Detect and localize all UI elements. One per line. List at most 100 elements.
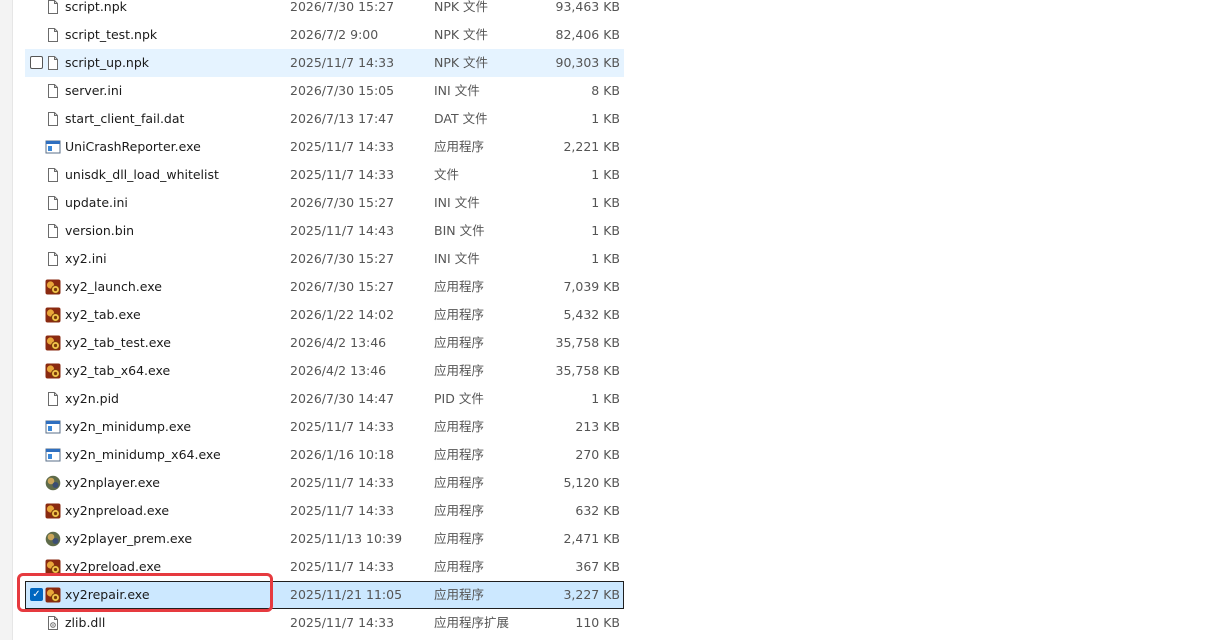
file-modified-date: 2025/11/7 14:33 xyxy=(290,139,395,154)
file-icon xyxy=(45,251,61,267)
file-row[interactable]: script_up.npk 2025/11/7 14:33 NPK 文件 90,303… xyxy=(25,49,624,77)
row-checkbox[interactable] xyxy=(30,56,43,69)
file-type: INI 文件 xyxy=(434,83,480,98)
file-type: 应用程序扩展 xyxy=(434,615,510,630)
file-type: BIN 文件 xyxy=(434,223,485,238)
file-modified-date: 2025/11/7 14:33 xyxy=(290,559,395,574)
file-size: 90,303 KB xyxy=(555,55,620,70)
file-type: 应用程序 xyxy=(434,503,485,518)
file-size: 2,471 KB xyxy=(563,531,620,546)
file-size: 82,406 KB xyxy=(555,27,620,42)
file-row[interactable]: xy2_launch.exe 2026/7/30 15:27 应用程序 7,039 K… xyxy=(25,273,624,301)
file-type: NPK 文件 xyxy=(434,55,489,70)
file-icon xyxy=(45,111,61,127)
file-type: 应用程序 xyxy=(434,307,485,322)
navigation-pane-edge xyxy=(0,0,13,640)
file-name: server.ini xyxy=(65,83,123,98)
file-modified-date: 2026/7/30 15:05 xyxy=(290,83,395,98)
file-modified-date: 2025/11/7 14:33 xyxy=(290,419,395,434)
file-row[interactable]: xy2_tab_test.exe 2026/4/2 13:46 应用程序 35,758… xyxy=(25,329,624,357)
file-icon xyxy=(45,83,61,99)
file-name: xy2npreload.exe xyxy=(65,503,170,518)
file-modified-date: 2025/11/7 14:33 xyxy=(290,615,395,630)
file-name: update.ini xyxy=(65,195,128,210)
game-icon xyxy=(45,335,61,351)
file-size: 213 KB xyxy=(575,419,620,434)
file-row[interactable]: xy2n_minidump_x64.exe 2026/1/16 10:18 应用程序… xyxy=(25,441,624,469)
file-type: NPK 文件 xyxy=(434,27,489,42)
file-modified-date: 2025/11/13 10:39 xyxy=(290,531,403,546)
file-row[interactable]: server.ini 2026/7/30 15:05 INI 文件 8 KB xyxy=(25,77,624,105)
file-size: 8 KB xyxy=(591,83,620,98)
file-name: xy2_launch.exe xyxy=(65,279,162,294)
app-window-icon xyxy=(45,139,61,155)
file-modified-date: 2026/7/30 15:27 xyxy=(290,0,395,14)
file-type: 应用程序 xyxy=(434,139,485,154)
file-icon xyxy=(45,195,61,211)
file-row[interactable]: zlib.dll 2025/11/7 14:33 应用程序扩展 110 KB xyxy=(25,609,624,637)
file-row[interactable]: script.npk 2026/7/30 15:27 NPK 文件 93,463 KB xyxy=(25,0,624,21)
file-modified-date: 2025/11/7 14:43 xyxy=(290,223,395,238)
file-modified-date: 2025/11/21 11:05 xyxy=(290,587,403,602)
file-row[interactable]: start_client_fail.dat 2026/7/13 17:47 DAT … xyxy=(25,105,624,133)
file-row[interactable]: version.bin 2025/11/7 14:43 BIN 文件 1 KB xyxy=(25,217,624,245)
file-type: INI 文件 xyxy=(434,195,480,210)
file-size: 93,463 KB xyxy=(555,0,620,14)
file-row[interactable]: xy2npreload.exe 2025/11/7 14:33 应用程序 632 KB xyxy=(25,497,624,525)
app-window-icon xyxy=(45,419,61,435)
file-icon xyxy=(45,223,61,239)
file-size: 270 KB xyxy=(575,447,620,462)
file-type: 应用程序 xyxy=(434,587,485,602)
file-size: 35,758 KB xyxy=(555,335,620,350)
file-modified-date: 2025/11/7 14:33 xyxy=(290,503,395,518)
dll-icon xyxy=(45,615,61,631)
file-name: xy2_tab_test.exe xyxy=(65,335,171,350)
file-type: NPK 文件 xyxy=(434,0,489,14)
file-type: 应用程序 xyxy=(434,559,485,574)
file-modified-date: 2026/7/13 17:47 xyxy=(290,111,395,126)
player-icon xyxy=(45,475,61,491)
file-name: xy2.ini xyxy=(65,251,107,266)
file-modified-date: 2026/1/22 14:02 xyxy=(290,307,395,322)
file-size: 1 KB xyxy=(591,251,620,266)
file-type: DAT 文件 xyxy=(434,111,488,126)
file-size: 35,758 KB xyxy=(555,363,620,378)
file-name: start_client_fail.dat xyxy=(65,111,185,126)
file-type: 应用程序 xyxy=(434,475,485,490)
file-row[interactable]: script_test.npk 2026/7/2 9:00 NPK 文件 82,406… xyxy=(25,21,624,49)
file-row[interactable]: unisdk_dll_load_whitelist 2025/11/7 14:33… xyxy=(25,161,624,189)
file-row[interactable]: xy2_tab.exe 2026/1/22 14:02 应用程序 5,432 KB xyxy=(25,301,624,329)
file-size: 632 KB xyxy=(575,503,620,518)
player-icon xyxy=(45,531,61,547)
file-icon xyxy=(45,167,61,183)
file-modified-date: 2025/11/7 14:33 xyxy=(290,55,395,70)
file-row[interactable]: update.ini 2026/7/30 15:27 INI 文件 1 KB xyxy=(25,189,624,217)
file-icon xyxy=(45,0,61,15)
file-name: xy2n.pid xyxy=(65,391,119,406)
file-row[interactable]: xy2player_prem.exe 2025/11/13 10:39 应用程序 2,… xyxy=(25,525,624,553)
file-type: 应用程序 xyxy=(434,447,485,462)
file-size: 110 KB xyxy=(575,615,620,630)
file-row[interactable]: xy2nplayer.exe 2025/11/7 14:33 应用程序 5,120 K… xyxy=(25,469,624,497)
file-row[interactable]: xy2n.pid 2026/7/30 14:47 PID 文件 1 KB xyxy=(25,385,624,413)
file-type: 应用程序 xyxy=(434,279,485,294)
file-modified-date: 2025/11/7 14:33 xyxy=(290,475,395,490)
file-type: 应用程序 xyxy=(434,419,485,434)
file-name: xy2player_prem.exe xyxy=(65,531,193,546)
file-row[interactable]: xy2n_minidump.exe 2025/11/7 14:33 应用程序 213 … xyxy=(25,413,624,441)
file-row[interactable]: xy2_tab_x64.exe 2026/4/2 13:46 应用程序 35,758 … xyxy=(25,357,624,385)
game-icon xyxy=(45,363,61,379)
file-modified-date: 2026/1/16 10:18 xyxy=(290,447,395,462)
file-row[interactable]: UniCrashReporter.exe 2025/11/7 14:33 应用程序 2… xyxy=(25,133,624,161)
file-list: script.npk 2026/7/30 15:27 NPK 文件 93,463 KB… xyxy=(25,0,624,637)
file-modified-date: 2026/4/2 13:46 xyxy=(290,335,387,350)
file-size: 7,039 KB xyxy=(563,279,620,294)
file-name: UniCrashReporter.exe xyxy=(65,139,201,154)
file-modified-date: 2026/7/30 15:27 xyxy=(290,279,395,294)
file-row[interactable]: xy2.ini 2026/7/30 15:27 INI 文件 1 KB xyxy=(25,245,624,273)
game-icon xyxy=(45,503,61,519)
file-size: 3,227 KB xyxy=(563,587,620,602)
file-name: xy2_tab.exe xyxy=(65,307,141,322)
file-size: 1 KB xyxy=(591,195,620,210)
file-name: version.bin xyxy=(65,223,135,238)
